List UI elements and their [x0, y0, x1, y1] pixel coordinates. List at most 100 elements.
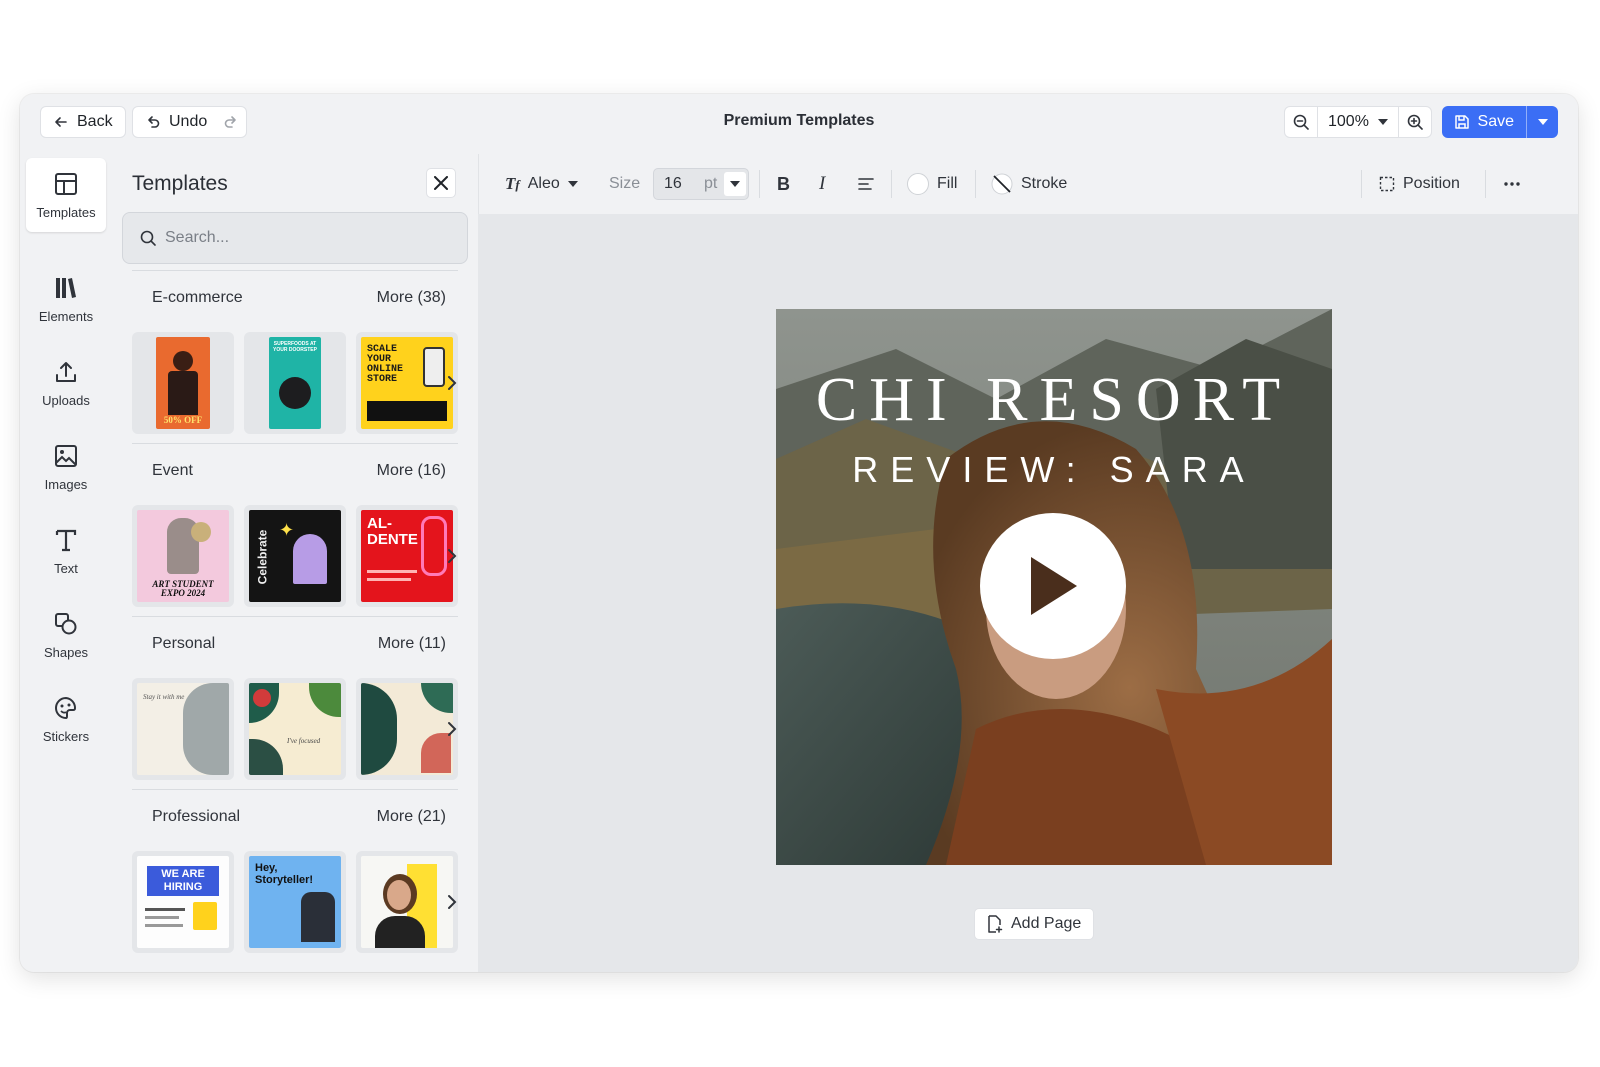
rail-label: Templates	[36, 204, 96, 220]
add-page-icon	[988, 915, 1003, 933]
templates-icon	[55, 172, 77, 195]
chevron-right-icon	[448, 722, 457, 736]
scroll-right-button[interactable]	[444, 545, 460, 567]
section-header: Professional More (21)	[132, 789, 458, 843]
elements-icon	[56, 277, 76, 298]
scroll-right-button[interactable]	[444, 372, 460, 394]
more-link[interactable]: More (16)	[377, 462, 446, 480]
caret-down-icon	[567, 181, 578, 187]
fill-swatch-icon	[907, 173, 929, 195]
save-button[interactable]: Save	[1441, 106, 1526, 138]
editor-window: Back Undo Premium Templates 100% Save Te…	[20, 94, 1578, 972]
thumb-text: I've focused	[287, 737, 321, 745]
rail-item-images[interactable]: Images	[26, 430, 106, 504]
size-unit: pt	[704, 175, 718, 192]
size-dropdown-button[interactable]	[724, 172, 746, 196]
add-page-label: Add Page	[1011, 915, 1082, 932]
rail-item-elements[interactable]: Elements	[26, 262, 106, 336]
more-link[interactable]: More (21)	[377, 808, 446, 826]
rail-item-templates[interactable]: Templates	[26, 158, 106, 232]
zoom-out-icon	[1293, 114, 1309, 130]
rail-item-uploads[interactable]: Uploads	[26, 346, 106, 420]
zoom-in-button[interactable]	[1399, 107, 1431, 137]
stroke-button[interactable]: Stroke	[991, 169, 1067, 199]
template-thumbnail[interactable]: SCALE YOUR ONLINE STORE	[356, 332, 458, 434]
template-thumbnail[interactable]: Celebrate ✦	[244, 505, 346, 607]
align-left-icon	[858, 178, 874, 190]
zoom-out-button[interactable]	[1285, 107, 1317, 137]
scroll-right-button[interactable]	[444, 718, 460, 740]
template-thumbnail[interactable]	[356, 678, 458, 780]
size-value: 16	[664, 175, 682, 192]
template-thumbnail[interactable]: 50% OFF	[132, 332, 234, 434]
template-thumbnail[interactable]: Stay it with me	[132, 678, 234, 780]
section-header: E-commerce More (38)	[132, 270, 458, 324]
bold-icon: B	[777, 173, 790, 194]
upload-icon	[56, 361, 76, 382]
position-button[interactable]: Position	[1379, 169, 1460, 199]
search-icon	[140, 230, 156, 246]
shapes-icon	[55, 612, 77, 634]
bold-button[interactable]: B	[777, 169, 790, 199]
divider	[1361, 170, 1362, 198]
play-icon	[1031, 557, 1077, 615]
play-button[interactable]	[980, 513, 1126, 659]
sticker-icon	[55, 696, 77, 719]
close-panel-button[interactable]	[426, 168, 456, 198]
zoom-in-icon	[1407, 114, 1423, 130]
search-input[interactable]	[165, 229, 425, 247]
template-thumbnail[interactable]: ART STUDENT EXPO 2024	[132, 505, 234, 607]
divider	[891, 170, 892, 198]
stroke-none-icon	[991, 173, 1013, 195]
rail-item-shapes[interactable]: Shapes	[26, 598, 106, 672]
thumb-text: 50% OFF	[163, 415, 203, 425]
thumb-text: AL-DENTE	[367, 515, 418, 548]
template-thumbnail[interactable]: Hey, Storyteller!	[244, 851, 346, 953]
rail-label: Images	[44, 476, 88, 492]
position-icon	[1379, 176, 1395, 192]
thumb-text: Hey, Storyteller!	[255, 862, 314, 886]
rail-label: Text	[54, 560, 78, 576]
more-link[interactable]: More (38)	[377, 289, 446, 307]
canvas-area: CHI RESORT REVIEW: SARA Add Page	[478, 214, 1578, 972]
templates-panel: Templates E-commerce More (38) 50% OFF	[112, 154, 478, 972]
thumb-text: Stay it with me	[143, 693, 185, 701]
subheadline-text[interactable]: REVIEW: SARA	[776, 449, 1332, 491]
stroke-label: Stroke	[1021, 175, 1068, 192]
fill-button[interactable]: Fill	[907, 169, 957, 199]
headline-text[interactable]: CHI RESORT	[776, 365, 1332, 436]
template-thumbnail[interactable]	[356, 851, 458, 953]
save-options-button[interactable]	[1526, 106, 1558, 138]
add-page-button[interactable]: Add Page	[974, 908, 1095, 940]
font-select[interactable]: Tf Aleo	[505, 169, 578, 199]
section-header: Event More (16)	[132, 443, 458, 497]
template-thumbnail[interactable]: I've focused	[244, 678, 346, 780]
caret-down-icon	[1537, 119, 1548, 125]
template-thumbnail[interactable]: AL-DENTE	[356, 505, 458, 607]
align-button[interactable]	[857, 169, 875, 199]
template-thumbnail[interactable]: SUPERFOODS AT YOUR DOORSTEP	[244, 332, 346, 434]
rail-item-stickers[interactable]: Stickers	[26, 682, 106, 756]
scroll-right-button[interactable]	[444, 891, 460, 913]
tool-rail: Templates Elements Uploads Images Text S…	[20, 154, 112, 972]
template-thumbnail[interactable]: WE ARE HIRING	[132, 851, 234, 953]
size-field[interactable]: 16 pt	[653, 168, 749, 200]
italic-button[interactable]: I	[819, 169, 825, 199]
artboard[interactable]: CHI RESORT REVIEW: SARA	[776, 309, 1332, 865]
section-title: E-commerce	[152, 288, 243, 306]
image-icon	[55, 444, 77, 467]
zoom-value: 100%	[1328, 113, 1369, 130]
zoom-select[interactable]: 100%	[1317, 107, 1399, 137]
section-header: Personal More (11)	[132, 616, 458, 670]
rail-item-text[interactable]: Text	[26, 514, 106, 588]
panel-title: Templates	[132, 172, 228, 195]
thumb-text: ART STUDENT EXPO 2024	[152, 579, 214, 598]
font-icon: Tf	[505, 174, 520, 193]
top-bar: Back Undo Premium Templates 100% Save	[20, 94, 1578, 154]
more-link[interactable]: More (11)	[378, 635, 446, 653]
thumb-text: SCALE YOUR ONLINE STORE	[367, 344, 404, 385]
divider	[1485, 170, 1486, 198]
zoom-controls: 100%	[1284, 106, 1432, 138]
more-options-button[interactable]	[1503, 169, 1521, 199]
text-icon	[55, 529, 77, 551]
